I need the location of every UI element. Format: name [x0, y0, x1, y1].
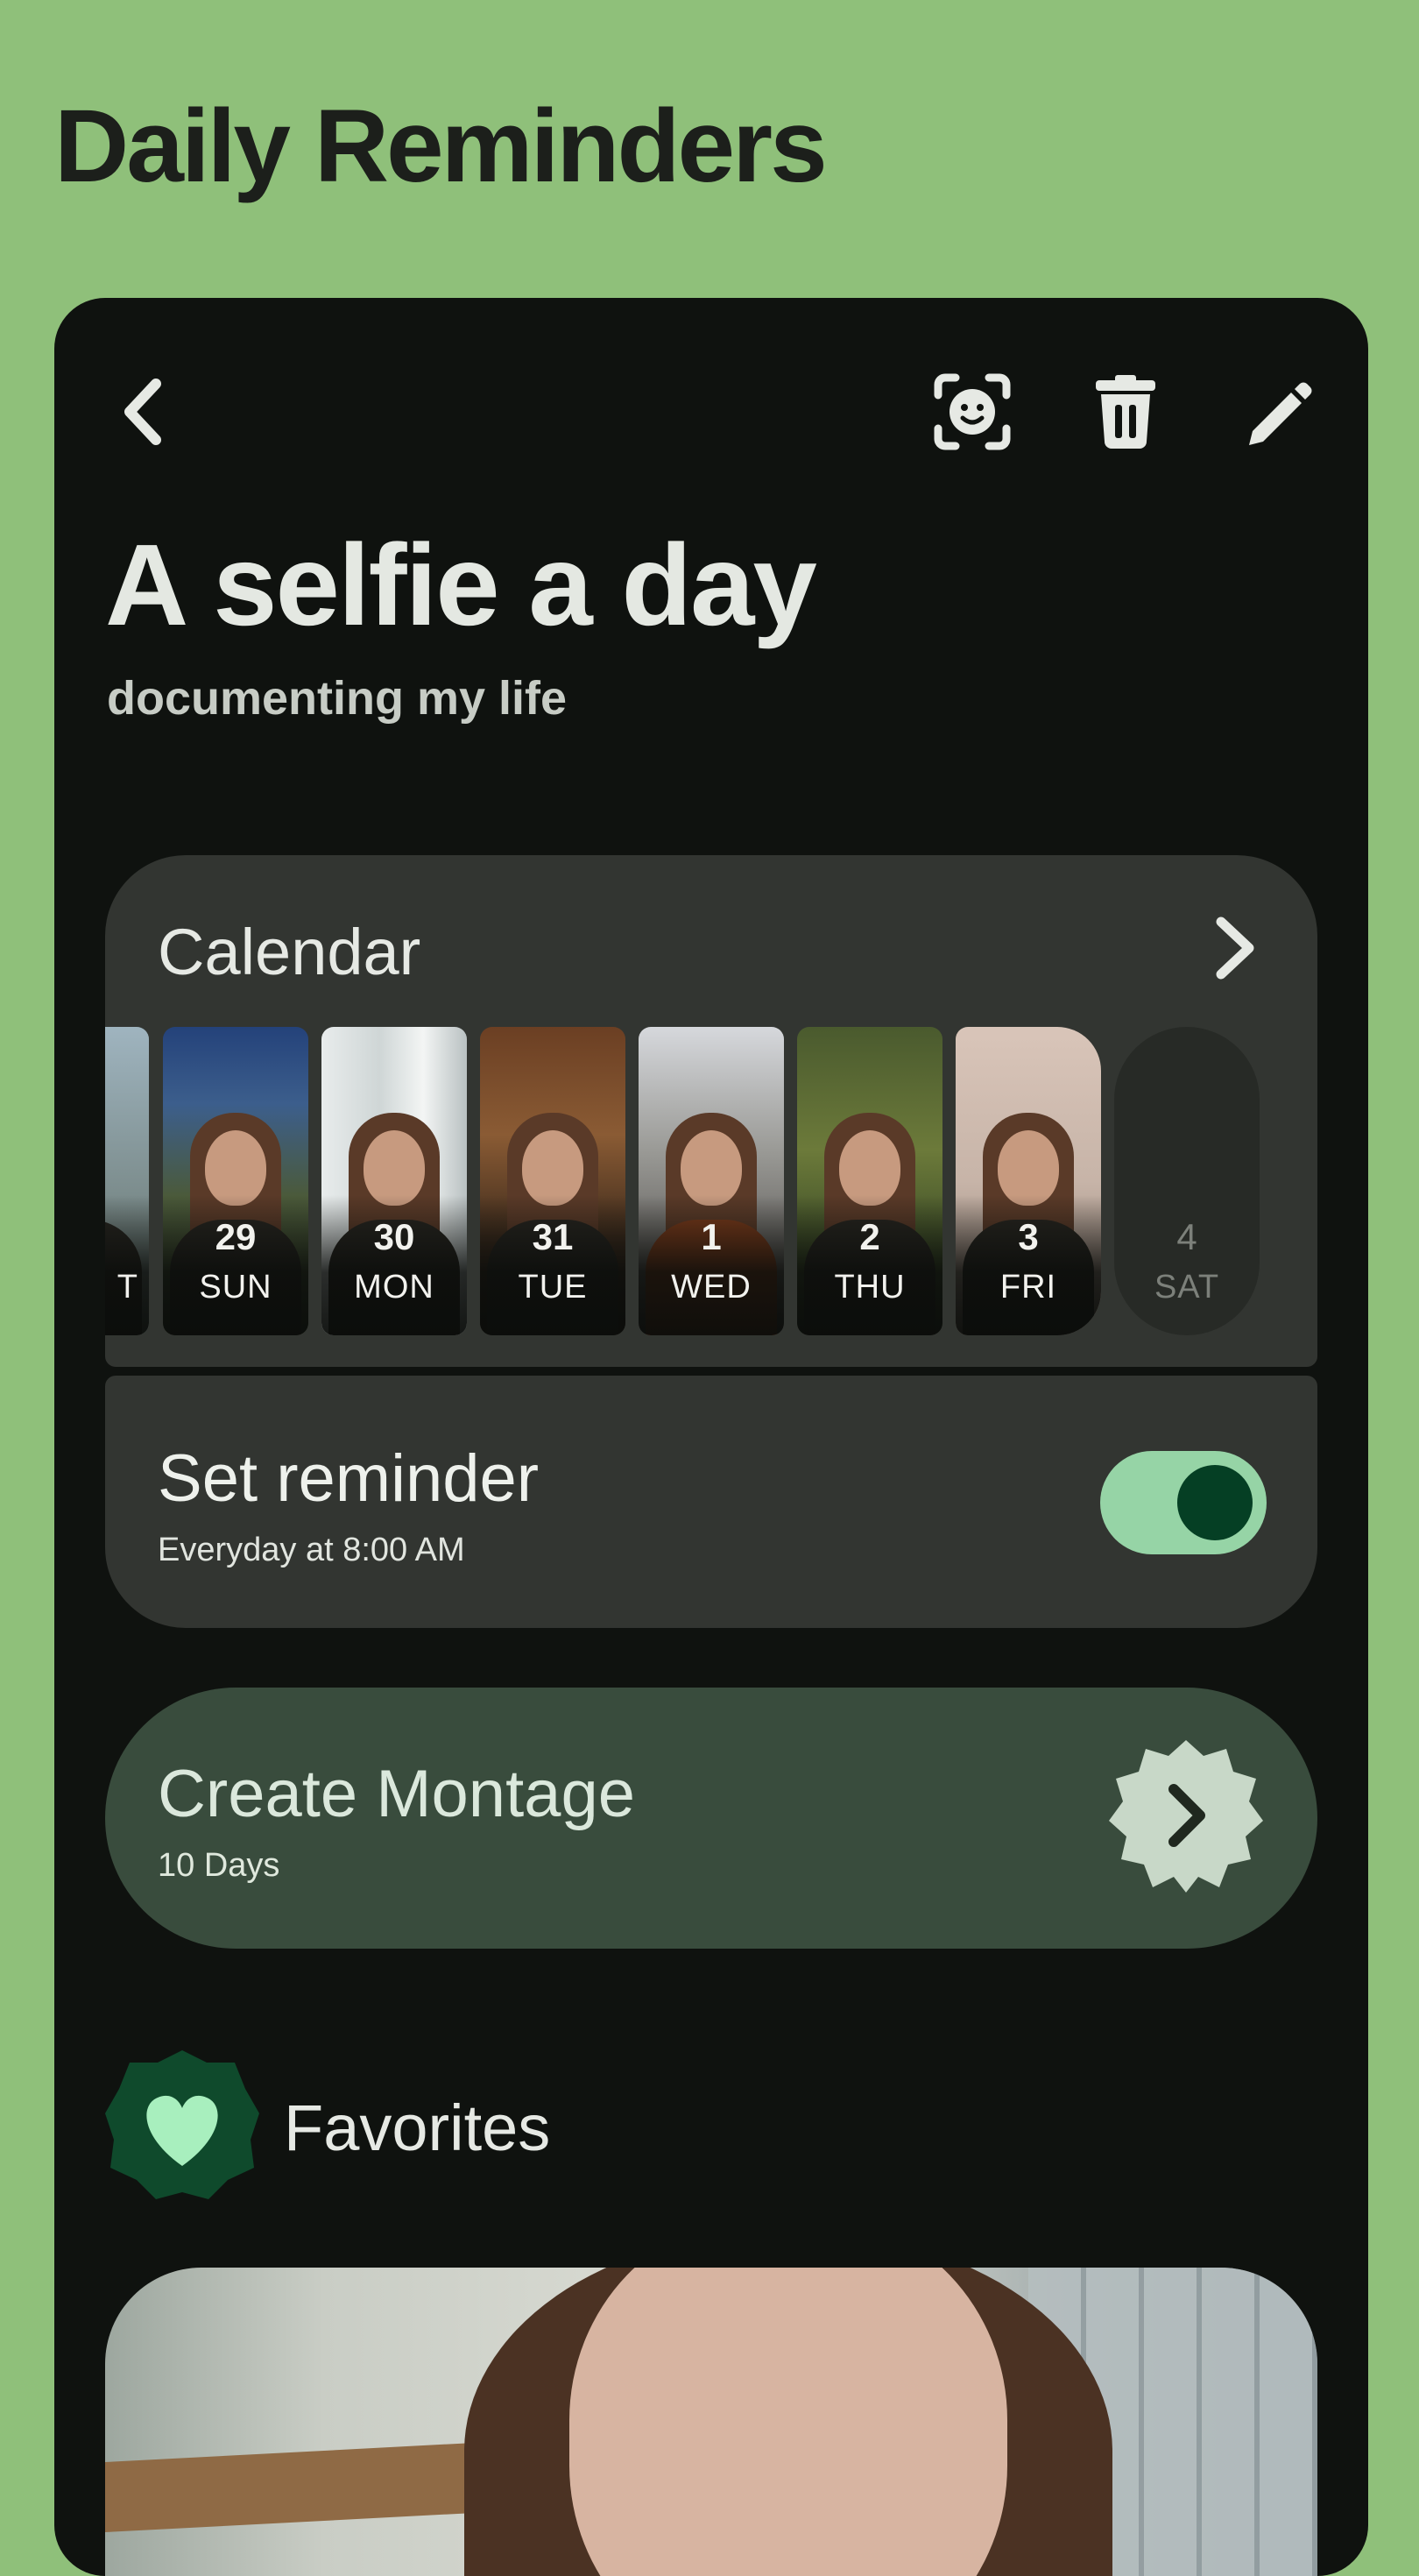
day-number: 31 [532, 1216, 574, 1257]
day-number: 30 [373, 1216, 415, 1257]
journal-subtitle: documenting my life [107, 672, 568, 725]
calendar-day[interactable]: 1 WED [639, 1027, 784, 1335]
calendar-day[interactable]: 29 SUN [163, 1027, 308, 1335]
day-number: 4 [1176, 1216, 1197, 1257]
day-of-week: THU [834, 1269, 906, 1306]
day-of-week: MON [354, 1269, 434, 1306]
montage-days: 10 Days [158, 1847, 280, 1884]
day-of-week: TUE [518, 1269, 588, 1306]
day-of-week: SUN [199, 1269, 272, 1306]
pencil-icon[interactable] [1237, 370, 1321, 454]
calendar-day[interactable]: 30 MON [321, 1027, 467, 1335]
reminder-card: Set reminder Everyday at 8:00 AM [105, 1376, 1317, 1628]
back-arrow-icon[interactable] [102, 370, 186, 454]
day-of-week: T [116, 1269, 138, 1306]
favorites-label: Favorites [284, 2091, 551, 2164]
calendar-days-strip[interactable]: T 29 SUN 30 MON 31 TUE 1 WED 2 THU 3 FRI… [105, 1027, 1317, 1335]
chevron-right-icon[interactable] [1107, 1737, 1265, 1894]
calendar-day[interactable]: 2 THU [797, 1027, 942, 1335]
calendar-card[interactable]: Calendar T 29 SUN 30 MON 31 TUE 1 WED 2 … [105, 855, 1317, 1367]
day-of-week: SAT [1154, 1269, 1220, 1306]
day-number: 1 [701, 1216, 722, 1257]
montage-title: Create Montage [158, 1757, 635, 1831]
day-number: 2 [859, 1216, 880, 1257]
day-of-week: WED [671, 1269, 752, 1306]
reminder-title: Set reminder [158, 1441, 540, 1516]
day-number: 3 [1018, 1216, 1039, 1257]
calendar-day[interactable]: 3 FRI [956, 1027, 1101, 1335]
calendar-title: Calendar [158, 916, 421, 988]
chevron-right-icon[interactable] [1204, 913, 1265, 983]
calendar-day[interactable]: 31 TUE [480, 1027, 625, 1335]
calendar-day[interactable]: T [105, 1027, 149, 1335]
day-of-week: FRI [999, 1269, 1057, 1306]
create-montage-card[interactable]: Create Montage 10 Days [105, 1688, 1317, 1949]
reminder-time: Everyday at 8:00 AM [158, 1532, 465, 1568]
toggle-knob [1177, 1465, 1253, 1540]
calendar-day-empty[interactable]: 4 SAT [1114, 1027, 1260, 1335]
day-number: 29 [215, 1216, 257, 1257]
favorite-photo[interactable] [105, 2268, 1317, 2576]
top-app-bar [54, 370, 1368, 457]
page-title: Daily Reminders [54, 88, 828, 204]
favorites-header[interactable]: Favorites [105, 2049, 806, 2203]
journal-title: A selfie a day [105, 520, 817, 649]
reminder-toggle[interactable] [1100, 1451, 1267, 1554]
heart-icon [105, 2050, 259, 2199]
trash-icon[interactable] [1084, 370, 1168, 454]
face-scan-icon[interactable] [930, 370, 1014, 454]
app-screen: A selfie a day documenting my life Calen… [54, 298, 1368, 2576]
